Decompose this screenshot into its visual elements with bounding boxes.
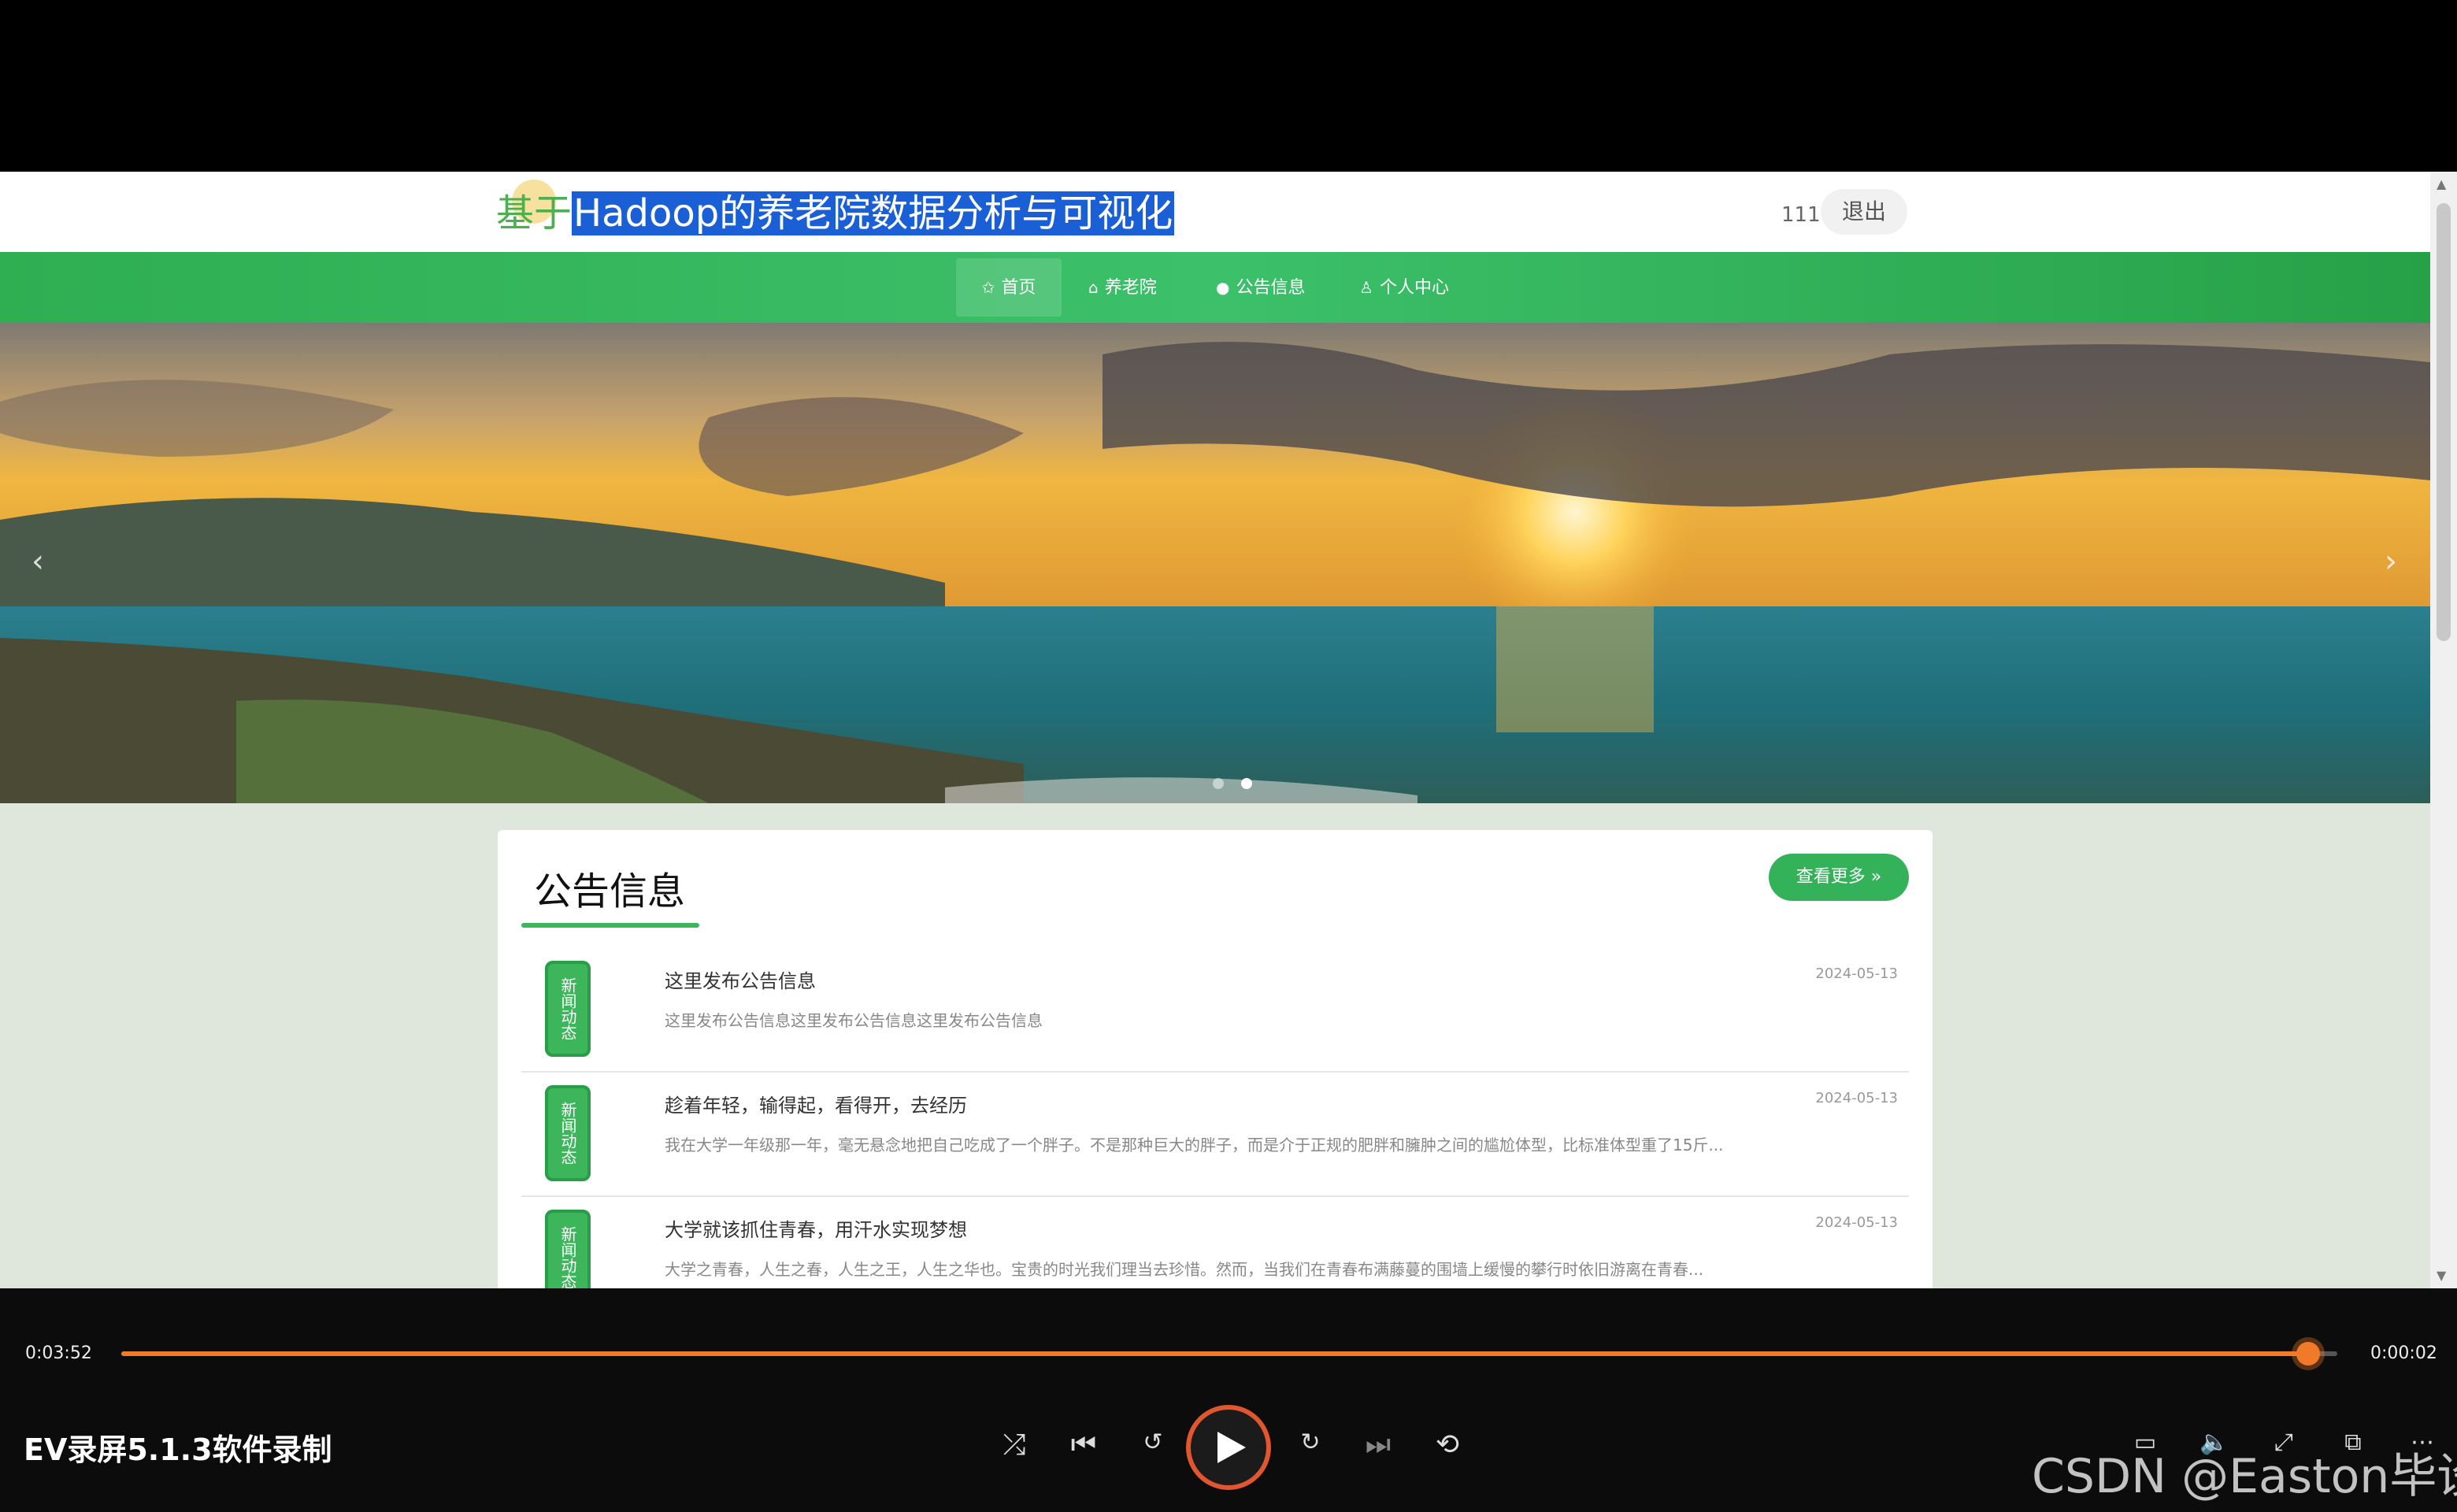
nav-item-personal-center[interactable]: ♙ 个人中心 <box>1359 258 1449 317</box>
shuffle-icon[interactable]: ⤮ <box>991 1429 1038 1462</box>
sunset-sea-image <box>0 323 2430 803</box>
carousel-next-arrow[interactable]: › <box>2385 543 2397 580</box>
title-underline <box>521 923 699 928</box>
play-icon <box>1217 1432 1246 1463</box>
page-scrollbar[interactable]: ▲ ▼ <box>2430 172 2457 1288</box>
notice-date: 2024-05-13 <box>1815 1090 1898 1106</box>
news-badge: 新闻动态 <box>545 961 591 1057</box>
notice-date: 2024-05-13 <box>1815 1214 1898 1231</box>
forward-30-icon[interactable]: ↻ <box>1287 1429 1334 1456</box>
current-time: 0:03:52 <box>25 1343 92 1363</box>
browser-page: 基于Hadoop的养老院数据分析与可视化 111 退出 ✩ 首页 ⌂ 养老院 ● 公告… <box>0 172 2457 1288</box>
building-icon: ⌂ <box>1088 278 1099 297</box>
carousel-dot-active[interactable] <box>1241 778 1252 789</box>
scroll-up-arrow-icon[interactable]: ▲ <box>2437 176 2446 191</box>
remaining-time: 0:00:02 <box>2370 1343 2437 1363</box>
nav-item-notice[interactable]: ● 公告信息 <box>1216 258 1305 317</box>
video-player-bar: 0:03:52 0:00:02 EV录屏5.1.3软件录制 ⤮ ⏮ ↺ ↻ ⏭ … <box>0 1288 2457 1512</box>
notice-title[interactable]: 大学就该抓住青春，用汗水实现梦想 <box>665 1214 967 1242</box>
nav-label: 个人中心 <box>1379 278 1449 298</box>
notice-desc: 我在大学一年级那一年，毫无悬念地把自己吃成了一个胖子。不是那种巨大的胖子，而是介… <box>665 1136 1724 1154</box>
username: 111 <box>1781 203 1821 227</box>
notice-desc: 这里发布公告信息这里发布公告信息这里发布公告信息 <box>665 1011 1043 1030</box>
scroll-down-arrow-icon[interactable]: ▼ <box>2437 1268 2446 1283</box>
site-header: 基于Hadoop的养老院数据分析与可视化 111 退出 <box>0 172 2430 252</box>
user-icon: ♙ <box>1359 278 1373 297</box>
notice-title[interactable]: 这里发布公告信息 <box>665 965 816 993</box>
carousel-dot[interactable] <box>1213 778 1224 789</box>
nav-label: 首页 <box>1001 278 1036 298</box>
progress-fill <box>121 1351 2309 1356</box>
news-badge: 新闻动态 <box>545 1085 591 1181</box>
carousel-prev-arrow[interactable]: ‹ <box>32 543 44 580</box>
nav-label: 养老院 <box>1104 278 1157 298</box>
progress-bar[interactable] <box>121 1342 2337 1366</box>
main-nav: ✩ 首页 ⌂ 养老院 ● 公告信息 ♙ 个人中心 <box>0 252 2430 323</box>
notice-desc: 大学之青春，人生之春，人生之王，人生之华也。宝贵的时光我们理当去珍惜。然而，当我… <box>665 1260 1704 1279</box>
notice-list-item[interactable]: 新闻动态 大学就该抓住青春，用汗水实现梦想 2024-05-13 大学之青春，人… <box>521 1197 1909 1288</box>
view-more-button[interactable]: 查看更多 » <box>1769 854 1909 901</box>
watermark: CSDN @Easton毕设 <box>2032 1449 2457 1504</box>
site-title: 基于Hadoop的养老院数据分析与可视化 <box>496 189 1175 238</box>
notice-list-item[interactable]: 新闻动态 这里发布公告信息 2024-05-13 这里发布公告信息这里发布公告信… <box>521 948 1909 1073</box>
nav-item-home[interactable]: ✩ 首页 <box>956 258 1062 317</box>
circle-icon: ● <box>1216 278 1230 297</box>
previous-icon[interactable]: ⏮ <box>1060 1429 1107 1462</box>
notice-title[interactable]: 趁着年轻，输得起，看得开，去经历 <box>665 1090 967 1117</box>
home-icon: ✩ <box>981 278 995 297</box>
notice-date: 2024-05-13 <box>1815 965 1898 982</box>
logout-button[interactable]: 退出 <box>1821 189 1907 235</box>
notice-card: 公告信息 查看更多 » 新闻动态 这里发布公告信息 2024-05-13 这里发… <box>498 830 1933 1288</box>
site-title-selected: Hadoop的养老院数据分析与可视化 <box>572 191 1175 235</box>
notice-section-title: 公告信息 <box>534 869 686 914</box>
hero-banner: ‹ › <box>0 323 2430 803</box>
rewind-10-icon[interactable]: ↺ <box>1129 1429 1177 1456</box>
nav-label: 公告信息 <box>1236 278 1306 298</box>
progress-knob[interactable] <box>2296 1342 2321 1366</box>
next-icon[interactable]: ⏭ <box>1354 1429 1402 1462</box>
scroll-thumb[interactable] <box>2437 203 2451 641</box>
site-title-prefix: 基于 <box>496 191 573 235</box>
notice-list-item[interactable]: 新闻动态 趁着年轻，输得起，看得开，去经历 2024-05-13 我在大学一年级… <box>521 1073 1909 1197</box>
repeat-off-icon[interactable]: ⟲ <box>1424 1429 1471 1461</box>
news-badge: 新闻动态 <box>545 1210 591 1288</box>
video-title: EV录屏5.1.3软件录制 <box>24 1432 332 1467</box>
nav-item-nursing-home[interactable]: ⌂ 养老院 <box>1088 258 1157 317</box>
play-button[interactable] <box>1191 1410 1266 1485</box>
